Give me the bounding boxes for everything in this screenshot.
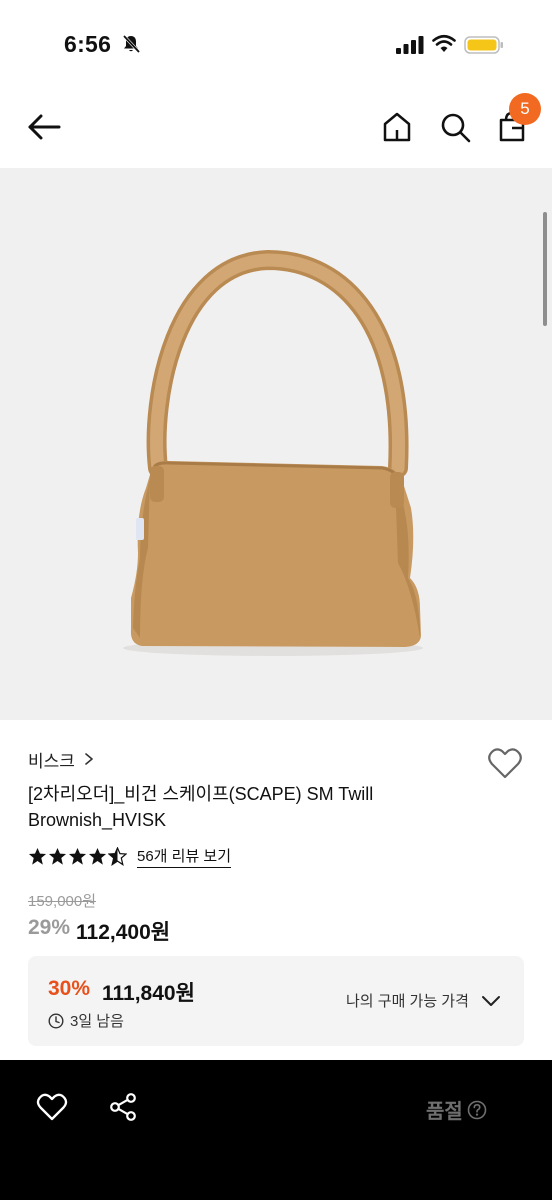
- sold-out-status[interactable]: 품절: [426, 1095, 487, 1124]
- brand-link[interactable]: 비스크: [28, 746, 95, 772]
- star-icon: [68, 847, 87, 865]
- product-title: [2차리오더]_비건 스케이프(SCAPE) SM Twill Brownish…: [28, 784, 374, 830]
- status-time: 6:56: [64, 31, 112, 57]
- my-price-dropdown[interactable]: 나의 구매 가능 가격: [346, 990, 501, 1011]
- my-price-label: 나의 구매 가능 가격: [346, 993, 469, 1010]
- star-icon: [48, 847, 67, 865]
- home-icon[interactable]: [380, 110, 414, 144]
- search-icon[interactable]: [438, 110, 472, 144]
- bottom-action-bar: 품절: [0, 1060, 552, 1200]
- battery-icon: [464, 36, 503, 54]
- price-row: 29% 112,400원: [28, 916, 170, 946]
- cellular-signal-icon: [396, 36, 424, 54]
- wifi-icon: [432, 34, 456, 52]
- offer-price: 111,840원: [102, 982, 195, 1005]
- bell-slash-icon: [122, 34, 141, 54]
- chevron-down-icon: [481, 995, 500, 1006]
- star-icon: [88, 847, 107, 865]
- discount-rate: 29%: [28, 916, 71, 939]
- half-star-icon: [108, 846, 127, 866]
- rating-stars: [28, 846, 127, 866]
- back-arrow-icon[interactable]: [26, 110, 64, 144]
- sale-price: 112,400원: [76, 921, 171, 944]
- product-image[interactable]: [0, 168, 552, 720]
- offer-discount: 30%: [48, 977, 91, 1000]
- star-icon: [28, 847, 47, 865]
- rating-row: 56개 리뷰 보기: [28, 843, 232, 869]
- clock-icon: [48, 1012, 64, 1029]
- offer-time-left: 3일 남음: [48, 1010, 124, 1031]
- share-icon[interactable]: [108, 1092, 138, 1122]
- heart-icon[interactable]: [487, 746, 523, 780]
- heart-icon[interactable]: [36, 1092, 68, 1122]
- my-price-card[interactable]: 30% 111,840원 3일 남음 나의 구매 가능 가격: [28, 956, 524, 1046]
- image-scroll-indicator: [543, 212, 547, 326]
- help-circle-icon[interactable]: [467, 1100, 487, 1120]
- brand-name: 비스크: [28, 751, 75, 771]
- sold-out-label: 품절: [426, 1101, 463, 1123]
- status-bar: 6:56: [0, 0, 552, 90]
- review-link[interactable]: 56개 리뷰 보기: [137, 845, 232, 868]
- bag-illustration: [123, 249, 423, 656]
- time-left-text: 3일 남음: [70, 1013, 124, 1030]
- chevron-right-icon: [85, 753, 93, 765]
- original-price: 159,000원: [28, 893, 97, 910]
- cart-count-badge: 5: [509, 93, 541, 125]
- top-navigation-bar: [0, 90, 552, 168]
